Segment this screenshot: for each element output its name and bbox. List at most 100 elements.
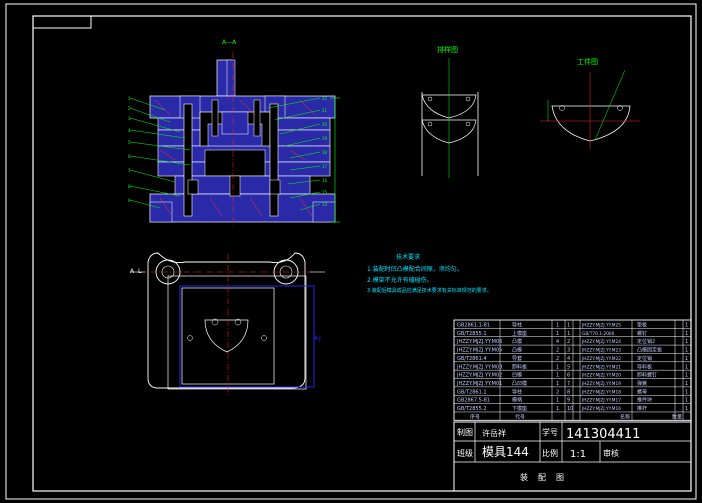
part-code-right: JHZZY.MJZJ.YY.M25: [581, 323, 621, 329]
svg-text:14: 14: [322, 202, 328, 207]
part-name: 下模座: [512, 405, 527, 412]
part-code-right: JHZZY.MJZJ.YY.M21: [581, 364, 621, 370]
part-code-right: JHZZY.MJZJ.YY.M18: [581, 389, 621, 395]
part-no-right: 1: [685, 323, 688, 329]
part-qty: 1: [556, 331, 559, 337]
part-name-right: 螺钉: [637, 330, 647, 337]
part-qty: 1: [556, 398, 559, 404]
part-index: 6: [567, 373, 570, 379]
part-name-right: 弹簧: [637, 380, 647, 387]
svg-text:18: 18: [322, 150, 328, 155]
section-title: A—A: [222, 39, 237, 46]
part-name-right: 定位销: [637, 355, 652, 362]
part-code-right: JHZZY.MJZJ.YY.M22: [581, 356, 621, 362]
part-index: 10: [567, 406, 573, 412]
part-name-right: 凸模固定板: [637, 347, 662, 354]
part-code-right: JHZZY.MJZJ.YY.M16: [581, 406, 621, 412]
part-qty: 1: [556, 364, 559, 370]
part-code-right: GB/T70.1-2000: [582, 331, 615, 337]
workpiece-title: 工件图: [577, 57, 598, 66]
part-name: 凸凹模: [512, 380, 527, 387]
part-code-right: JHZZY.MJZJ.YY.M23: [581, 348, 621, 354]
note-line-3: 3.装配后模具成品应满足技术要求有关标准规范的要求。: [367, 287, 492, 294]
class-label: 班级: [457, 448, 473, 458]
svg-text:22: 22: [322, 96, 328, 101]
cad-drawing-canvas[interactable]: A—A 123 456 789 222120 191817 161514 A L…: [0, 0, 702, 503]
part-code: JHZZY.MJZJ.YY.M05: [456, 348, 502, 354]
part-no-right: 1: [685, 373, 688, 379]
part-name: 上模座: [512, 330, 527, 337]
part-index: 5: [567, 364, 570, 370]
part-code-right: JHZZY.MJZJ.YY.M19: [581, 381, 621, 387]
svg-text:19: 19: [322, 136, 328, 141]
part-name: 卸料板: [512, 363, 527, 370]
part-name: 模柄: [512, 397, 522, 404]
part-no-right: 1: [685, 339, 688, 345]
student-no-label: 学号: [542, 427, 558, 437]
part-index: 8: [567, 389, 570, 395]
part-index: 3: [567, 348, 570, 354]
part-code-right: JHZZY.MJZJ.YY.M24: [581, 339, 621, 345]
part-index: 9: [567, 398, 570, 404]
part-no-right: 1: [685, 398, 688, 404]
part-name-right: 卸料螺钉: [637, 372, 657, 379]
svg-text:16: 16: [322, 178, 328, 183]
screw-2: [253, 99, 261, 137]
part-qty: 2: [556, 356, 559, 362]
lower-seat-left-step: [149, 201, 173, 223]
part-name: 导柱: [512, 388, 522, 395]
part-name-right: 推杆: [637, 405, 647, 412]
svg-text:21: 21: [322, 108, 328, 113]
part-no-right: 1: [685, 356, 688, 362]
part-no-right: 1: [685, 406, 688, 412]
part-code: GB/T2855.1: [457, 331, 487, 337]
spring-right: [269, 179, 281, 195]
part-code: GB/T2855.2: [457, 406, 487, 412]
part-no-right: 1: [685, 364, 688, 370]
part-qty: 1: [556, 381, 559, 387]
part-qty: 1: [556, 323, 559, 329]
scale-value: 1:1: [570, 449, 586, 460]
part-code-right: JHZZY.MJZJ.YY.M17: [581, 398, 621, 404]
student-no-value: 141304411: [566, 427, 640, 442]
part-name: 凸模: [512, 347, 522, 354]
part-qty: 1: [556, 373, 559, 379]
part-code: GB2867.5-81: [457, 398, 490, 404]
scale-label: 比例: [542, 448, 558, 458]
part-name-right: 定位销2: [637, 338, 655, 345]
part-code-right: JHZZY.MJZJ.YY.M20: [581, 373, 621, 379]
part-code: GB/T2861.1: [457, 389, 487, 395]
svg-text:15: 15: [322, 190, 328, 195]
ejector-rod-head: [221, 111, 249, 135]
part-index: 1: [567, 331, 570, 337]
screw-1: [211, 99, 219, 137]
part-code: JHZZY.MJZJ.YY.M02: [456, 373, 502, 379]
center-pin: [229, 175, 241, 197]
note-line-2: 2.模架不允许有磕碰伤。: [367, 276, 433, 284]
part-no-right: 1: [685, 389, 688, 395]
part-qty: 1: [556, 406, 559, 412]
drawing-name: 装配图: [520, 472, 574, 482]
guide-post-left: [183, 103, 193, 217]
parts-header-name: 名称: [620, 413, 630, 420]
spring-left: [187, 179, 199, 195]
strip-layout-title: 排样图: [437, 45, 458, 54]
part-name: 凹模: [512, 372, 522, 379]
part-no-right: 1: [685, 381, 688, 387]
part-name: 凸模: [512, 338, 522, 345]
review-label: 审核: [603, 448, 619, 458]
part-code: GB/T2861.4: [457, 356, 487, 362]
part-code: JHZZY.MJZJ.YY.M01: [456, 381, 502, 387]
part-code: JHZZY.MJZJ.YY.M03: [456, 364, 502, 370]
note-line-1: 1.装配时凹凸模配合间隙，须均匀。: [367, 265, 463, 273]
part-name-right: 推件块: [637, 397, 652, 404]
drawn-label: 制图: [457, 427, 473, 437]
drawn-value: 许岳祥: [482, 428, 506, 438]
part-name-right: 螺母: [637, 388, 647, 395]
parts-header-code: 代号: [515, 413, 525, 420]
section-marker-j-right: J: [318, 335, 321, 342]
part-index: 1: [567, 323, 570, 329]
part-index: 4: [567, 356, 570, 362]
part-qty: 2: [556, 348, 559, 354]
part-no-right: 1: [685, 331, 688, 337]
